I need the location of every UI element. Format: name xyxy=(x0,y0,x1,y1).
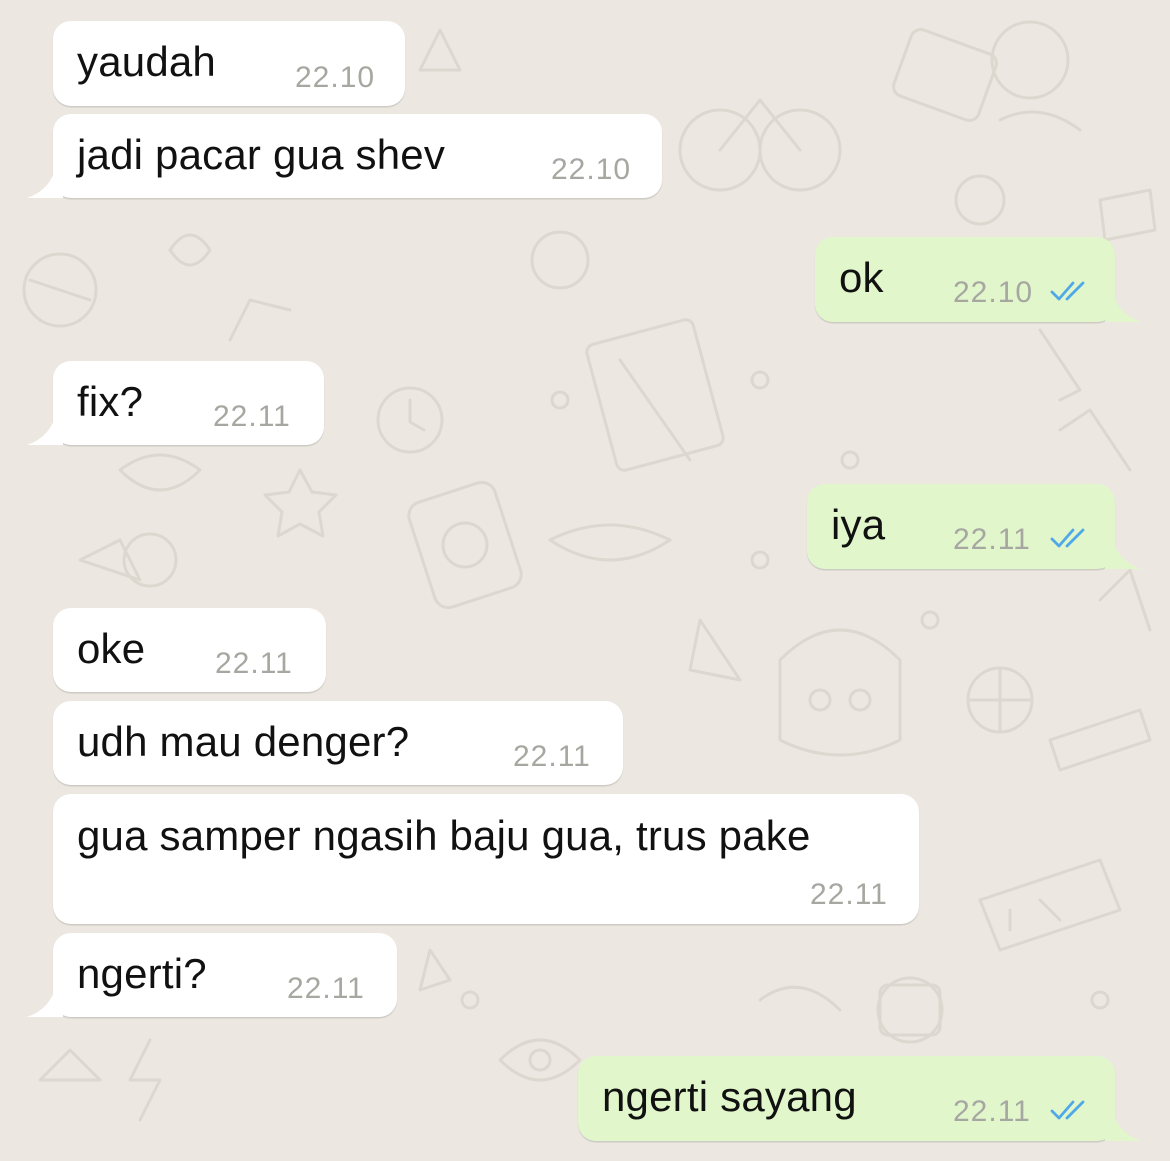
message-time: 22.11 xyxy=(953,523,1031,556)
message-text: gua samper ngasih baju gua, trus pake xyxy=(77,812,811,859)
message-time: 22.10 xyxy=(953,276,1034,309)
message-text: yaudah xyxy=(77,38,216,85)
bubble-tail xyxy=(1105,535,1141,569)
incoming-message[interactable]: gua samper ngasih baju gua, trus pake 22… xyxy=(53,794,919,924)
message-time: 22.11 xyxy=(215,647,293,680)
message-time: 22.10 xyxy=(295,61,376,94)
incoming-message[interactable]: jadi pacar gua shev 22.10 xyxy=(27,114,662,198)
message-text: ngerti sayang xyxy=(602,1073,857,1120)
message-time: 22.10 xyxy=(551,153,632,186)
bubble-tail xyxy=(27,983,63,1017)
bubble-tail xyxy=(27,411,63,445)
outgoing-message[interactable]: ngerti sayang 22.11 xyxy=(578,1056,1141,1141)
bubble-tail xyxy=(1105,288,1141,322)
message-text: ok xyxy=(839,254,884,301)
incoming-message[interactable]: udh mau denger? 22.11 xyxy=(53,701,623,785)
incoming-message[interactable]: oke 22.11 xyxy=(53,608,326,692)
double-check-icon xyxy=(1050,1100,1085,1120)
message-time: 22.11 xyxy=(513,740,591,773)
incoming-message[interactable]: yaudah 22.10 xyxy=(53,21,405,106)
message-text: fix? xyxy=(77,378,144,425)
message-time: 22.11 xyxy=(287,972,365,1005)
double-check-icon xyxy=(1050,528,1085,548)
outgoing-message[interactable]: ok 22.10 xyxy=(815,237,1141,322)
message-text: oke xyxy=(77,625,146,672)
bubble-tail xyxy=(27,164,63,198)
message-time: 22.11 xyxy=(810,878,888,911)
message-text: ngerti? xyxy=(77,950,207,997)
message-text: udh mau denger? xyxy=(77,718,410,765)
bubble-tail xyxy=(1105,1107,1141,1141)
message-time: 22.11 xyxy=(213,400,291,433)
incoming-message[interactable]: ngerti? 22.11 xyxy=(27,933,397,1017)
outgoing-message[interactable]: iya 22.11 xyxy=(807,484,1141,569)
incoming-message[interactable]: fix? 22.11 xyxy=(27,361,324,445)
message-time: 22.11 xyxy=(953,1095,1031,1128)
message-text: jadi pacar gua shev xyxy=(77,131,446,178)
double-check-icon xyxy=(1050,281,1085,301)
chat-thread: yaudah 22.10 jadi pacar gua shev 22.10 o… xyxy=(0,0,1170,1161)
message-text: iya xyxy=(831,501,886,548)
